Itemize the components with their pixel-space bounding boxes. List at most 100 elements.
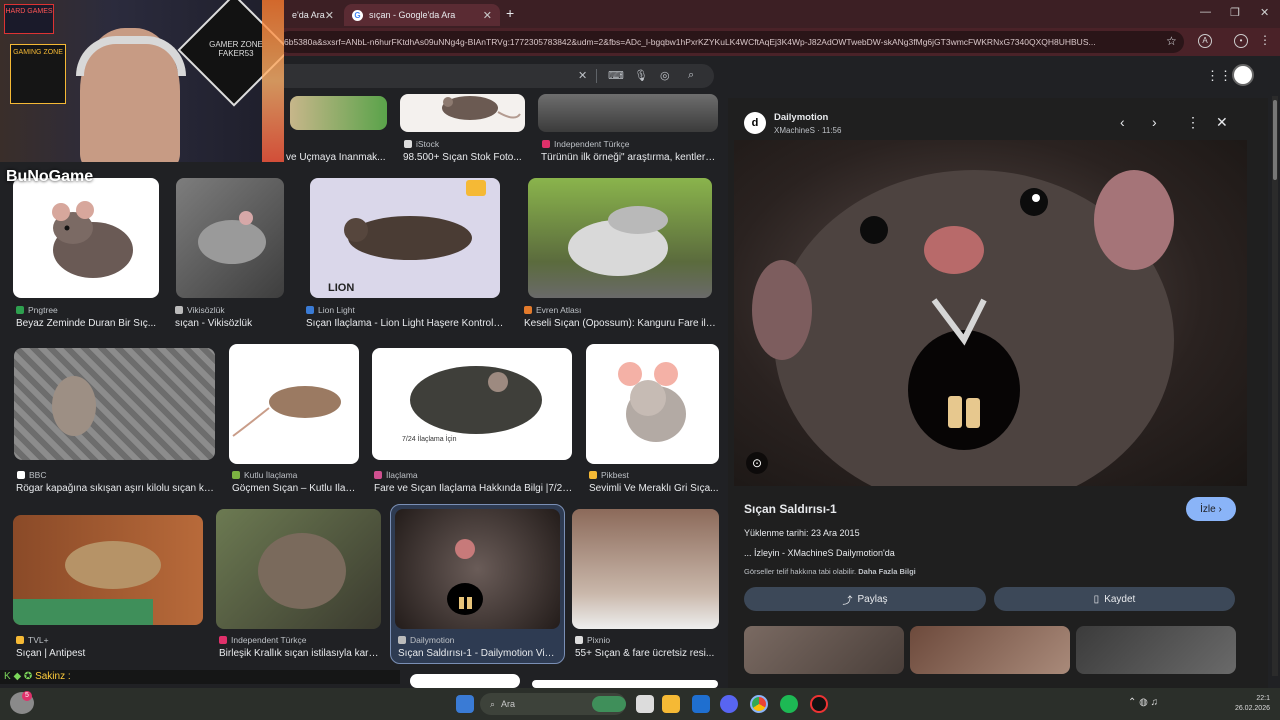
image-thumb-kutlu[interactable] [229, 344, 359, 464]
preview-image[interactable]: ⊙ [734, 140, 1247, 486]
close-window-button[interactable]: ✕ [1260, 6, 1269, 19]
related-image[interactable] [1076, 626, 1236, 674]
translate-icon[interactable]: A [1198, 34, 1212, 48]
chrome-icon[interactable] [750, 695, 768, 713]
image-source: Kutlu İlaçlama [232, 470, 297, 480]
lens-search-icon[interactable]: ⊙ [746, 452, 768, 474]
discord-icon[interactable] [720, 695, 738, 713]
copyright-notice: Görseller telif hakkına tabi olabilir. D… [744, 567, 916, 576]
image-watermark: LION [328, 282, 355, 294]
url-field[interactable]: 6b5380a&sxsrf=ANbL-n6hurFKtdhAs09uNNg4g-… [278, 31, 1184, 53]
notification-badge: 5 [22, 691, 32, 701]
image-caption[interactable]: Göçmen Sıçan – Kutlu İlaç... [232, 483, 358, 494]
maximize-button[interactable]: ❐ [1230, 6, 1240, 19]
image-source: Pngtree [16, 305, 58, 315]
image-caption[interactable]: Sıçan | Antipest [16, 648, 206, 659]
scrollbar[interactable] [1272, 96, 1278, 676]
search-icon[interactable]: ⌕ [688, 69, 694, 82]
windows-start-icon[interactable] [456, 695, 474, 713]
image-thumb-independent[interactable] [216, 509, 381, 629]
lens-icon[interactable]: ◎ [660, 69, 670, 82]
image-thumb-tvl[interactable] [13, 515, 203, 625]
image-thumb-pngtree[interactable] [13, 178, 159, 298]
image-thumb-lionlight[interactable]: LION [310, 178, 500, 298]
image-thumb[interactable] [290, 96, 387, 130]
task-view-icon[interactable] [636, 695, 654, 713]
image-caption[interactable]: 55+ Sıçan & fare ücretsiz resi... [575, 648, 721, 659]
search-input[interactable]: ✕ ⌨ 🎙 ◎ ⌕ [270, 64, 714, 88]
keyboard-icon[interactable]: ⌨ [608, 69, 624, 82]
related-image[interactable] [744, 626, 904, 674]
minimize-button[interactable]: — [1200, 6, 1211, 18]
more-info-link[interactable]: Daha Fazla Bilgi [858, 567, 916, 576]
image-thumb-pixnio[interactable] [572, 509, 719, 629]
save-label: Kaydet [1104, 593, 1136, 605]
clock[interactable]: 22:1 26.02.2026 [1235, 694, 1270, 714]
image-caption[interactable]: 98.500+ Sıçan Stok Foto... [403, 152, 525, 163]
microphone-icon[interactable]: 🎙 [634, 69, 648, 82]
image-thumb-vikisozluk[interactable] [176, 178, 284, 298]
image-source: iStock [404, 139, 439, 149]
image-thumb-dailymotion[interactable] [395, 509, 560, 629]
rat-image [618, 362, 686, 442]
tab-google-search-prev[interactable]: e'da Ara ✕ [284, 4, 342, 26]
more-options-icon[interactable]: ⋮ [1186, 114, 1200, 131]
share-button[interactable]: ⤴ Paylaş [744, 587, 986, 611]
image-caption[interactable]: Keseli Sıçan (Opossum): Kanguru Fare ile… [524, 318, 720, 329]
new-tab-button[interactable]: + [506, 5, 514, 21]
close-icon[interactable]: ✕ [325, 9, 334, 22]
system-tray-icons[interactable]: ⌃ ◍ ♫ [1128, 697, 1158, 708]
led-lights [262, 0, 284, 162]
image-source: TVL+ [16, 635, 49, 645]
image-caption[interactable]: Rögar kapağına sıkışan aşırı kilolu sıça… [16, 483, 216, 494]
watch-button[interactable]: İzle › [1186, 497, 1236, 521]
image-thumb[interactable] [532, 680, 718, 688]
save-button[interactable]: ▯ Kaydet [994, 587, 1235, 611]
preview-title[interactable]: Sıçan Saldırısı-1 [744, 502, 837, 516]
wall-sign: HARD GAMES [4, 4, 54, 34]
image-thumb-bbc[interactable] [14, 348, 215, 460]
menu-icon[interactable]: ⋮ [1258, 34, 1272, 48]
preview-site-name[interactable]: Dailymotion [774, 112, 828, 123]
image-thumb[interactable] [410, 674, 520, 688]
image-caption[interactable]: Birleşik Krallık sıçan istilasıyla karş.… [219, 648, 381, 659]
taskbar-search[interactable]: ⌕ Ara [480, 693, 626, 715]
image-caption[interactable]: ve Uçmaya İnanmak... [286, 152, 386, 163]
store-icon[interactable] [692, 695, 710, 713]
image-source: Vikisözlük [175, 305, 225, 315]
image-caption[interactable]: Sıçan İlaçlama - Lion Light Haşere Kontr… [306, 318, 506, 329]
image-caption[interactable]: Türünün ilk örneği" araştırma, kentlerd.… [541, 152, 719, 163]
rat-face-image [752, 170, 1174, 486]
previous-icon[interactable]: ‹ [1120, 114, 1125, 130]
image-caption[interactable]: Sıçan Saldırısı-1 - Dailymotion Video [398, 648, 560, 659]
copyright-text: Görseller telif hakkına tabi olabilir. [744, 567, 857, 576]
close-icon[interactable]: ✕ [1216, 114, 1228, 131]
rat-image [13, 541, 161, 625]
spotify-icon[interactable] [780, 695, 798, 713]
image-thumb[interactable] [538, 94, 718, 132]
scrollbar-thumb[interactable] [1273, 100, 1277, 180]
rat-image [232, 386, 341, 437]
tab-sican-search[interactable]: G sıçan - Google'da Ara ✕ [344, 4, 500, 26]
image-source: Independent Türkçe [219, 635, 306, 645]
image-thumb-ilaclama[interactable]: 7/24 İlaçlama İçin [372, 348, 572, 460]
image-thumb-pikbest[interactable] [586, 344, 719, 464]
image-caption[interactable]: Fare ve Sıçan İlaçlama Hakkında Bilgi |7… [374, 483, 574, 494]
bookmark-star-icon[interactable]: ☆ [1166, 34, 1177, 48]
image-thumb-evrenatlasi[interactable] [528, 178, 712, 298]
image-caption[interactable]: Sevimli Ve Meraklı Gri Sıça... [589, 483, 719, 494]
file-explorer-icon[interactable] [662, 695, 680, 713]
related-image[interactable] [910, 626, 1070, 674]
app-icon[interactable] [810, 695, 828, 713]
image-caption[interactable]: Beyaz Zeminde Duran Bir Sıç... [16, 318, 158, 329]
chat-badges: K ◆ ✪ [4, 671, 36, 682]
avatar[interactable] [1232, 64, 1254, 86]
profile-icon[interactable]: • [1234, 34, 1248, 48]
clear-icon[interactable]: ✕ [578, 69, 587, 82]
image-caption[interactable]: sıçan - Vikisözlük [175, 318, 285, 329]
image-watermark: 7/24 İlaçlama İçin [402, 436, 457, 443]
image-thumb[interactable] [400, 94, 525, 132]
next-icon[interactable]: › [1152, 114, 1157, 130]
close-icon[interactable]: ✕ [483, 9, 492, 22]
image-source: Pixnio [575, 635, 610, 645]
